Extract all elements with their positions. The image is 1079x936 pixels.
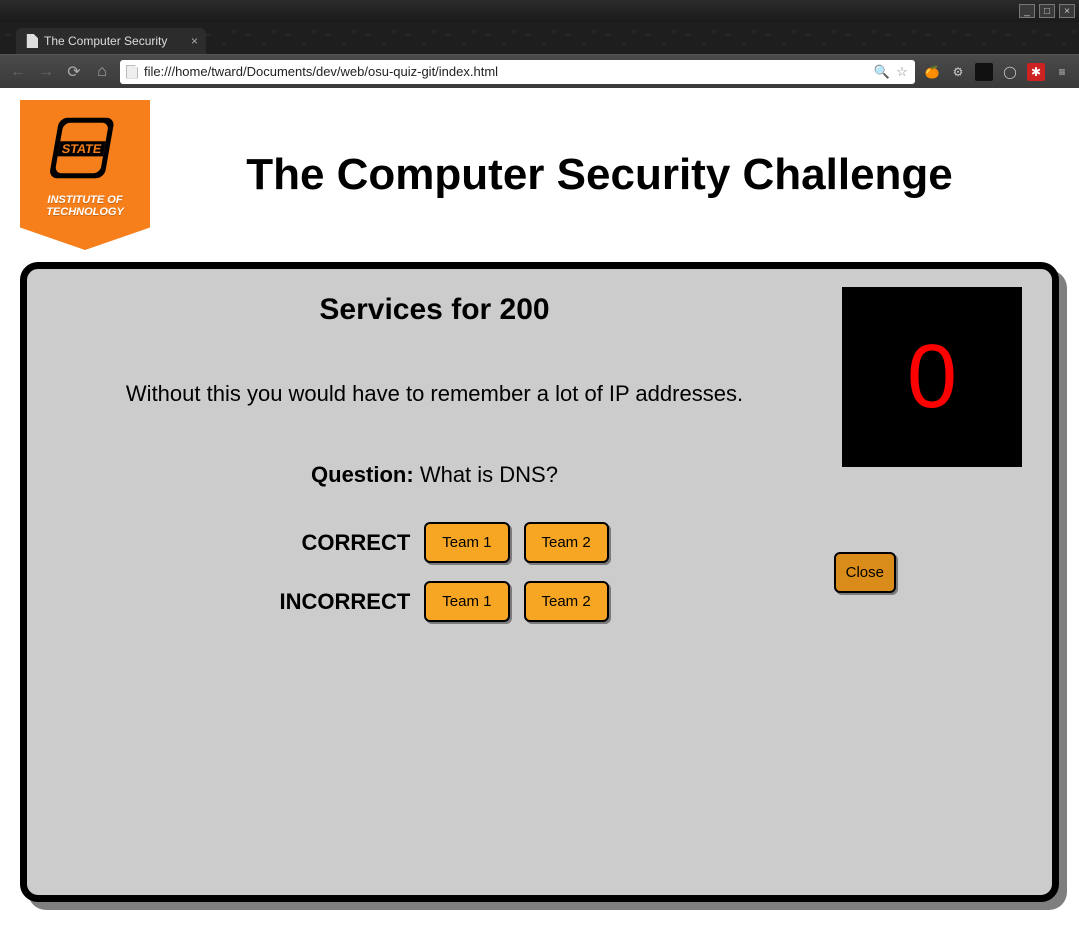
browser-tab[interactable]: The Computer Security × xyxy=(16,28,206,54)
correct-row: CORRECT Team 1 Team 2 xyxy=(260,522,608,563)
page-icon xyxy=(126,65,138,79)
incorrect-row: INCORRECT Team 1 Team 2 xyxy=(260,581,608,622)
os-titlebar: _ □ × xyxy=(0,0,1079,22)
extension-icon-4[interactable]: ✱ xyxy=(1027,63,1045,81)
extension-icon-1[interactable]: 🍊 xyxy=(923,63,941,81)
timer-display: 0 xyxy=(842,287,1022,467)
url-field[interactable]: file:///home/tward/Documents/dev/web/osu… xyxy=(120,60,915,84)
close-button[interactable]: Close xyxy=(834,552,896,593)
extension-icon-2[interactable] xyxy=(975,63,993,81)
url-text: file:///home/tward/Documents/dev/web/osu… xyxy=(144,64,869,79)
incorrect-team2-button[interactable]: Team 2 xyxy=(524,581,609,622)
home-icon[interactable]: ⌂ xyxy=(92,63,112,81)
star-icon[interactable]: ☆ xyxy=(895,65,909,79)
correct-label: CORRECT xyxy=(260,530,410,556)
question-answer: What is DNS? xyxy=(420,462,558,487)
window-close-button[interactable]: × xyxy=(1059,4,1075,18)
institute-banner: STATE INSTITUTE OF TECHNOLOGY xyxy=(20,100,150,250)
page-title: The Computer Security Challenge xyxy=(180,150,1059,200)
correct-team2-button[interactable]: Team 2 xyxy=(524,522,609,563)
logo-word: STATE xyxy=(61,142,103,156)
minimize-icon: _ xyxy=(1024,6,1030,17)
question-label: Question: xyxy=(311,462,414,487)
browser-toolbar: ← → ⟳ ⌂ file:///home/tward/Documents/dev… xyxy=(0,54,1079,88)
correct-team1-button[interactable]: Team 1 xyxy=(424,522,509,563)
incorrect-team1-button[interactable]: Team 1 xyxy=(424,581,509,622)
timer-value: 0 xyxy=(907,326,957,429)
question-line: Question: What is DNS? xyxy=(57,462,812,488)
back-icon: ← xyxy=(8,63,28,81)
osu-logo-icon: STATE xyxy=(43,106,127,190)
settings-gear-icon[interactable]: ⚙ xyxy=(949,63,967,81)
close-icon: × xyxy=(1064,6,1070,17)
incorrect-label: INCORRECT xyxy=(260,589,410,615)
maximize-icon: □ xyxy=(1044,6,1050,17)
answer-block: CORRECT Team 1 Team 2 INCORRECT Team 1 T… xyxy=(57,522,812,622)
tab-close-icon[interactable]: × xyxy=(191,34,198,48)
page-viewport: STATE INSTITUTE OF TECHNOLOGY The Comput… xyxy=(0,88,1079,936)
card-title: Services for 200 xyxy=(57,293,812,327)
banner-line-2: TECHNOLOGY xyxy=(46,206,124,218)
banner-line-1: INSTITUTE OF xyxy=(46,194,124,206)
window-minimize-button[interactable]: _ xyxy=(1019,4,1035,18)
file-icon xyxy=(24,34,38,48)
page-header: STATE INSTITUTE OF TECHNOLOGY The Comput… xyxy=(20,100,1059,250)
question-card: Services for 200 Without this you would … xyxy=(20,262,1059,902)
clue-text: Without this you would have to remember … xyxy=(57,381,812,407)
tab-title: The Computer Security xyxy=(44,34,167,48)
extension-icon-3[interactable]: ◯ xyxy=(1001,63,1019,81)
zoom-icon[interactable]: 🔍 xyxy=(875,65,889,79)
banner-text: INSTITUTE OF TECHNOLOGY xyxy=(46,194,124,218)
tab-strip: The Computer Security × xyxy=(0,22,1079,54)
reload-icon[interactable]: ⟳ xyxy=(64,62,84,82)
window-maximize-button[interactable]: □ xyxy=(1039,4,1055,18)
forward-icon: → xyxy=(36,63,56,81)
menu-icon[interactable]: ≡ xyxy=(1053,63,1071,81)
